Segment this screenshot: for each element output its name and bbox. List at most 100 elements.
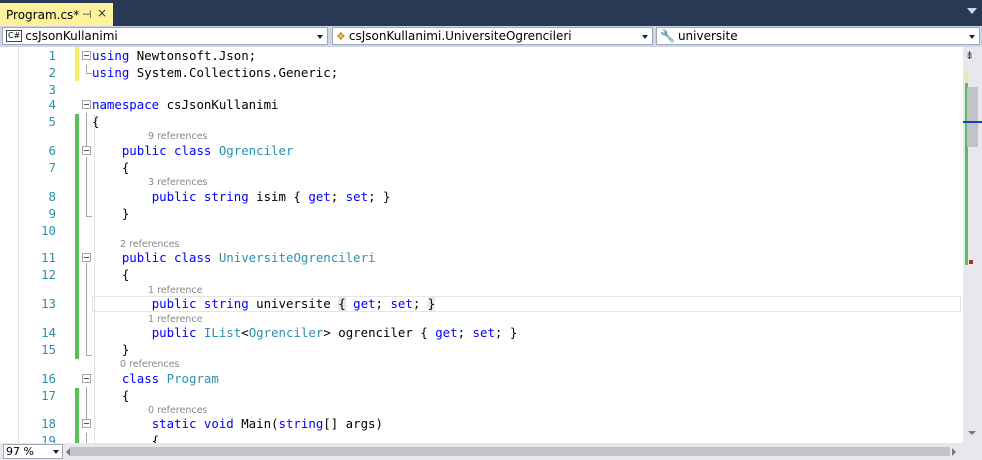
collapse-icon[interactable] [82,253,91,262]
tab-title: Program.cs* [6,7,80,22]
code-line: 17 { [0,388,962,405]
project-dropdown[interactable]: C# csJsonKullanimi [2,27,328,45]
code-editor[interactable]: 1 using Newtonsoft.Json; 2 using System.… [0,47,982,450]
code-line: 4 namespace csJsonKullanimi [0,97,962,113]
project-dropdown-label: csJsonKullanimi [25,29,118,43]
line-number: 16 [41,371,56,386]
tab-overflow-icon[interactable] [967,8,977,14]
member-dropdown-label: universite [677,29,738,43]
change-marker [75,131,79,143]
code-line: 2 using System.Collections.Generic; [0,64,962,81]
change-marker [75,177,79,189]
code-text: { [92,388,130,403]
codelens-references[interactable]: 0 references [148,405,207,416]
code-text: using Newtonsoft.Json; [92,48,257,63]
code-text: public IList<Ogrenciler> ogrenciler { ge… [151,325,518,340]
line-number: 4 [48,97,56,112]
code-text: public class Ogrenciler [121,143,294,158]
code-line: 6 public class Ogrenciler [0,143,962,160]
scrollbar-error-marker [969,260,973,264]
code-text: { [92,114,100,129]
csharp-project-icon: C# [6,30,23,42]
class-dropdown-label: csJsonKullanimi.UniversiteOgrencileri [348,29,572,43]
code-text: public string universite { get; set; } [151,296,436,311]
pin-icon[interactable]: ⊣ [82,8,92,21]
line-number: 9 [48,206,56,221]
change-marker [75,160,79,177]
document-tab-strip: Program.cs* ⊣ × [0,0,982,26]
code-line: 8 public string isim { get; set; } [0,189,962,206]
scroll-right-icon[interactable] [952,448,956,456]
line-number: 14 [41,325,56,340]
code-line: 7 { [0,160,962,177]
change-marker [75,189,79,206]
codelens-references[interactable]: 2 references [120,239,179,250]
collapse-icon[interactable] [82,100,91,109]
code-text: } [92,206,130,221]
line-number: 7 [48,160,56,175]
change-marker [75,47,79,64]
line-number: 13 [41,296,56,311]
code-text: { [92,160,130,175]
change-marker [75,114,79,131]
code-line: 15 } [0,342,962,359]
change-marker [75,143,79,160]
collapse-icon[interactable] [82,374,91,383]
code-line: 12 { [0,267,962,284]
change-marker [75,342,79,359]
code-text: static void Main(string[] args) [151,416,383,431]
property-wrench-icon: 🔧 [660,29,675,43]
change-marker [75,283,79,297]
collapse-icon[interactable] [82,419,91,428]
code-line: 10 [0,223,962,240]
vertical-scrollbar[interactable]: ⇟ [963,47,982,443]
collapse-icon[interactable] [82,51,91,60]
zoom-level: 97 % [6,445,34,458]
code-line: 9 } [0,206,962,223]
line-number: 18 [41,416,56,431]
editor-bottom-bar: 97 % [0,443,982,460]
split-window-icon[interactable]: ⇟ [965,49,974,62]
scroll-down-icon[interactable] [968,431,976,435]
codelens-references[interactable]: 3 references [148,177,207,188]
code-text: using System.Collections.Generic; [92,65,339,80]
change-marker [75,296,79,313]
chevron-down-icon [642,35,648,39]
line-number: 5 [48,114,56,129]
code-text: namespace csJsonKullanimi [92,97,279,112]
line-number: 1 [48,48,56,63]
code-line: 13 public string universite { get; set; … [0,296,962,313]
zoom-dropdown[interactable]: 97 % [3,444,63,459]
change-marker [75,206,79,223]
line-number: 10 [41,223,56,238]
code-line: 11 public class UniversiteOgrencileri [0,250,962,267]
tab-program-cs[interactable]: Program.cs* ⊣ × [0,3,113,26]
line-number: 12 [41,267,56,282]
close-icon[interactable]: × [97,6,107,20]
scrollbar-thumb[interactable] [967,87,978,147]
codelens-references[interactable]: 1 reference [148,285,202,296]
class-dropdown[interactable]: ❖ csJsonKullanimi.UniversiteOgrencileri [332,27,653,45]
code-text: public string isim { get; set; } [151,189,391,204]
change-marker [75,325,79,342]
code-text: { [92,267,130,282]
scrollbar-caret-marker [963,121,982,123]
line-number: 2 [48,65,56,80]
codelens-references[interactable]: 1 reference [148,314,202,325]
code-line: 1 using Newtonsoft.Json; [0,47,962,64]
code-line: 14 public IList<Ogrenciler> ogrenciler {… [0,325,962,342]
code-line: 18 static void Main(string[] args) [0,416,962,433]
line-number: 11 [41,250,56,265]
code-line: 3 [0,82,962,98]
codelens-references[interactable]: 0 references [120,359,179,370]
codelens-references[interactable]: 9 references [148,131,207,142]
change-marker [75,223,79,240]
change-marker [75,388,79,405]
change-marker [75,250,79,267]
collapse-icon[interactable] [82,146,91,155]
horizontal-scrollbar-thumb[interactable] [70,447,950,456]
member-dropdown[interactable]: 🔧 universite [656,27,980,45]
change-marker [75,267,79,284]
navigation-bar: C# csJsonKullanimi ❖ csJsonKullanimi.Uni… [0,26,982,47]
scrollbar-change-marker [965,71,968,82]
